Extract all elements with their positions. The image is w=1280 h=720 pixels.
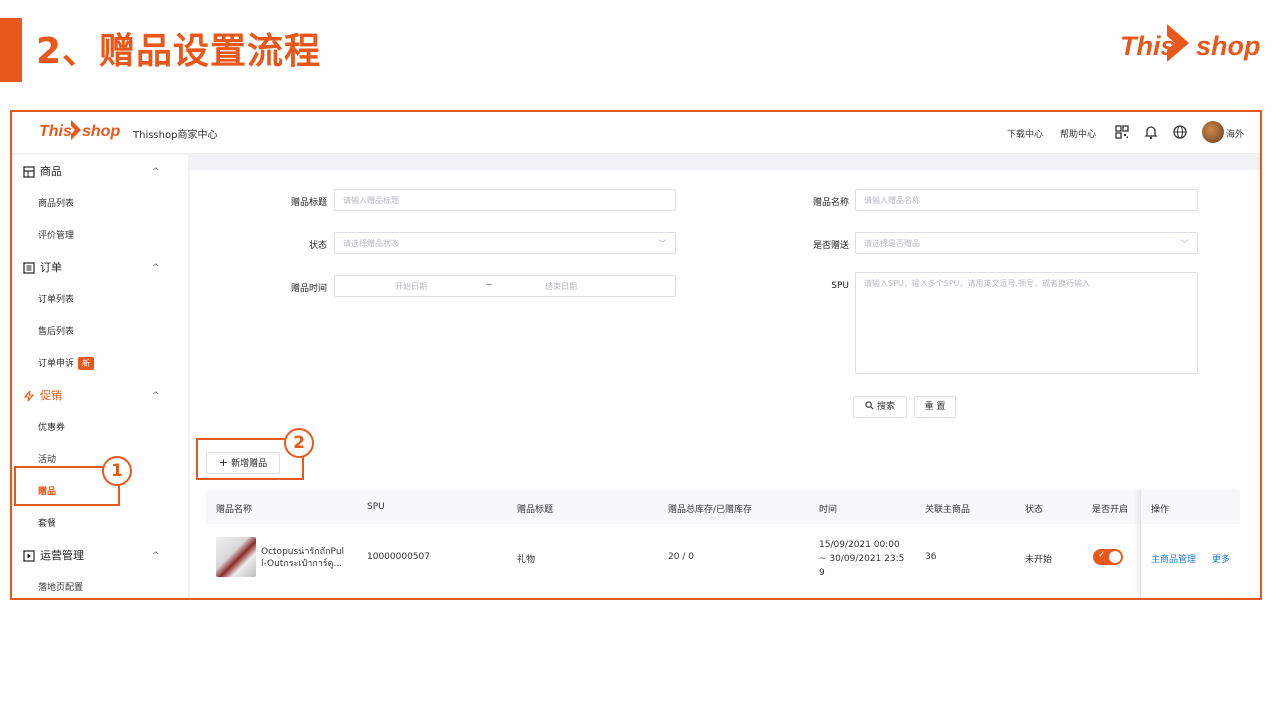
sidebar-group-label: 商品 [40,165,62,178]
spu-label: SPU [831,281,849,291]
sidebar-group-products[interactable]: 商品 [22,162,62,182]
stock-cell: 20 / 0 [668,552,694,562]
search-button-label: 搜索 [876,402,895,412]
product-thumbnail[interactable] [216,537,256,577]
callout-number-2: 2 [284,428,314,458]
ops-icon [23,550,35,562]
slide-accent-bar [0,18,22,82]
main-product-management-link[interactable]: 主商品管理 [1151,552,1196,565]
callout-number-1: 1 [102,456,132,486]
gift-name-label: 赠品名称 [812,198,849,208]
time-cell: 15/09/2021 00:00 ~ 30/09/2021 23:5 9 [819,538,904,580]
header-logo-this[interactable]: This [39,120,72,144]
status-label: 状态 [308,241,327,251]
table-header-cell: SPU [367,502,385,512]
table-row[interactable]: Octopusน่ารักถักPul l-Outกระเป๋าการ์ดู..… [261,546,344,570]
check-icon: ✓ [1098,550,1106,560]
table-header-cell: 时间 [819,505,838,515]
search-button[interactable]: 搜索 [853,396,907,418]
shop-icon [23,166,35,178]
new-badge: 新 [78,357,95,370]
table-header-cell: 赠品名称 [216,505,253,515]
sidebar-group-label: 运营管理 [40,549,84,562]
sidebar-group-label: 促销 [40,389,62,402]
more-link[interactable]: 更多 [1212,552,1230,565]
is-gifted-select[interactable]: 请选择是否赠品 ﹀ [855,232,1198,254]
avatar[interactable] [1202,121,1224,143]
sidebar-group-label: 订单 [40,261,62,274]
table-header-cell: 是否开启 [1092,505,1129,515]
gift-time-label: 赠品时间 [290,284,327,294]
chevron-up-icon[interactable]: ^ [152,551,160,561]
brand-arrow-icon [1167,24,1189,62]
operations-column [1140,490,1240,598]
gift-name-line: l-Outกระเป๋าการ์ดู... [261,559,343,569]
header-logo-arrow-icon [71,120,81,140]
sidebar-item-order-appeal[interactable]: 订单申诉新 [38,355,95,373]
order-icon [23,262,35,274]
gift-title-input[interactable]: 请输入赠品标题 [334,189,676,211]
status-select[interactable]: 请选择赠品状态 ﹀ [334,232,676,254]
chevron-up-icon[interactable]: ^ [152,263,160,273]
sidebar-group-orders[interactable]: 订单 [22,258,62,278]
brand-logo-shop: shop [1196,31,1261,61]
time-line: 15/09/2021 00:00 [819,540,900,550]
toggle-knob [1109,551,1121,563]
sidebar-item-bundles[interactable]: 套餐 [38,515,56,533]
qr-code-icon[interactable] [1114,124,1130,140]
download-center-link[interactable]: 下载中心 [1007,127,1043,140]
time-line: 9 [819,568,825,578]
spu-cell: 10000000507 [367,552,430,562]
start-date-placeholder[interactable]: 开始日期 [395,281,427,292]
is-gifted-select-placeholder: 请选择是否赠品 [864,239,920,248]
chevron-up-icon[interactable]: ^ [152,391,160,401]
sidebar-group-promotions[interactable]: 促销 [22,386,62,406]
search-icon [865,401,874,410]
end-date-placeholder[interactable]: 结束日期 [545,281,577,292]
spu-textarea[interactable]: 请输入SPU，输入多个SPU，请用英文逗号,顿号，或者换行输入 [855,272,1198,374]
time-line: ~ 30/09/2021 23:5 [819,554,905,564]
sidebar-item-review-management[interactable]: 评价管理 [38,227,74,245]
sidebar-item-after-sales-list[interactable]: 售后列表 [38,323,74,341]
chevron-down-icon: ﹀ [657,240,667,250]
region-label[interactable]: 海外 [1226,127,1244,140]
slide-title: 2、赠品设置流程 [36,31,322,72]
bell-icon[interactable] [1143,124,1159,140]
gift-name-line: Octopusน่ารักถักPul [261,547,345,557]
status-cell: 未开始 [1025,555,1053,565]
sidebar-item-order-list[interactable]: 订单列表 [38,291,74,309]
reset-button[interactable]: 重 置 [914,396,956,418]
is-gifted-label: 是否赠送 [812,241,849,251]
sidebar-group-operations[interactable]: 运营管理 [22,546,84,566]
top-bar: This shop Thisshop商家中心 下载中心 帮助中心 海外 [12,112,1260,154]
gift-title-cell: 礼物 [517,555,536,565]
status-select-placeholder: 请选择赠品状态 [343,239,399,248]
chevron-up-icon[interactable]: ^ [152,167,160,177]
enabled-toggle[interactable]: ✓ [1093,549,1123,565]
sidebar-item-coupons[interactable]: 优惠券 [38,419,65,437]
merchant-center-title: Thisshop商家中心 [133,130,218,141]
sidebar-item-product-list[interactable]: 商品列表 [38,195,74,213]
table-header-cell: 赠品标题 [517,505,554,515]
table-header-cell: 状态 [1025,505,1044,515]
gift-time-range-picker[interactable]: 开始日期 ~ 结束日期 [334,275,676,297]
gift-title-label: 赠品标题 [290,198,327,208]
sidebar: 商品 ^ 商品列表 评价管理 订单 ^ 订单列表 售后列表 订单申诉新 促销 ^… [12,155,188,598]
table-header-cell: 赠品总库存/已赠库存 [668,505,753,515]
chevron-down-icon: ﹀ [1179,240,1189,250]
date-range-separator: ~ [486,280,493,289]
gift-name-input[interactable]: 请输入赠品名称 [855,189,1198,211]
linked-products-cell: 36 [925,552,937,562]
header-logo-shop[interactable]: shop [82,120,120,144]
sidebar-item-landing-page-config[interactable]: 落地页配置 [38,579,83,597]
sidebar-item-label: 订单申诉 [38,359,75,369]
globe-icon[interactable] [1172,124,1188,140]
help-center-link[interactable]: 帮助中心 [1060,127,1096,140]
flash-icon [23,390,35,402]
table-header-cell: 关联主商品 [925,505,971,515]
